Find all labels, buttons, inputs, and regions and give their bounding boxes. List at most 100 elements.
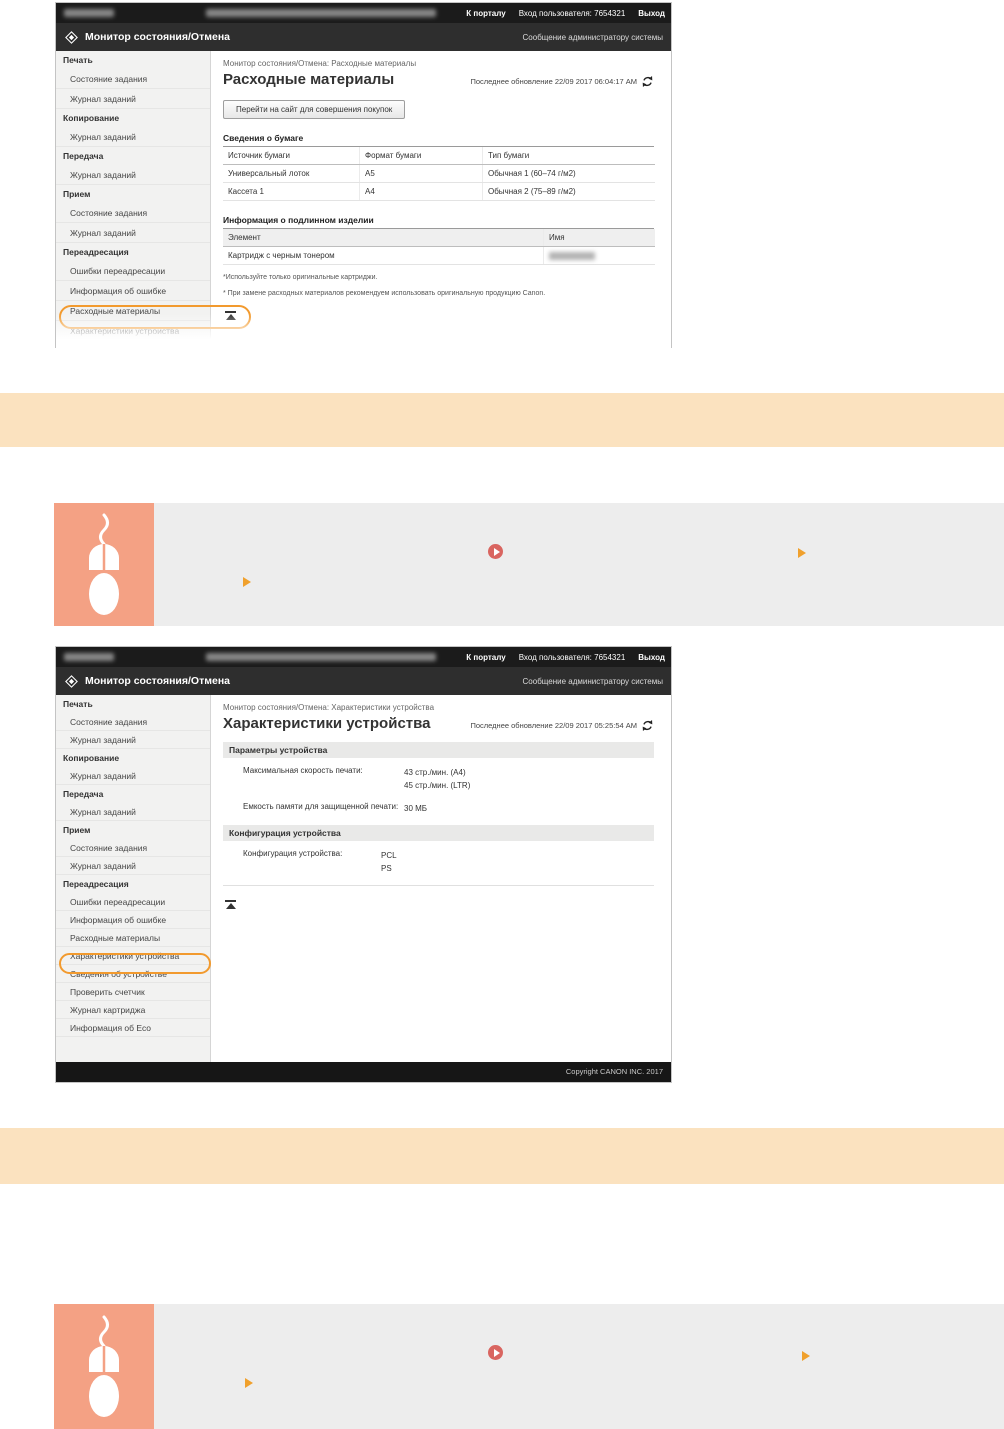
sidebar-item-copy-job-log[interactable]: Журнал заданий: [56, 127, 210, 147]
genuine-col-name: Имя: [543, 229, 655, 246]
procedure-step-block: [54, 503, 1004, 626]
sidebar-item-copy-job-log[interactable]: Журнал заданий: [56, 767, 210, 785]
spec-label: Емкость памяти для защищенной печати:: [243, 802, 399, 811]
sidebar-item-cartridge-log[interactable]: Журнал картриджа: [56, 1001, 210, 1019]
to-portal-link[interactable]: К порталу: [466, 653, 505, 662]
login-user-label: Вход пользователя: 7654321: [518, 8, 626, 18]
sidebar-section-forward: Переадресация: [63, 879, 129, 889]
link-icon[interactable]: [488, 1345, 503, 1360]
breadcrumb: Монитор состояния/Отмена: Характеристики…: [223, 703, 435, 712]
sidebar-section-rx: Прием: [63, 825, 91, 835]
section-heading-band: [0, 393, 1004, 447]
manual-page: К порталу Вход пользователя: 7654321 Вых…: [0, 0, 1004, 1429]
browser-top-strip: К порталу Вход пользователя: 7654321 Вых…: [56, 647, 671, 667]
user-id: 7654321: [594, 8, 626, 18]
sidebar-item-rx-job-status[interactable]: Состояние задания: [56, 839, 210, 857]
sidebar-item-forward-errors[interactable]: Ошибки переадресации: [56, 261, 210, 281]
redacted-cartridge-name: [549, 252, 595, 260]
sidebar-item-job-log[interactable]: Журнал заданий: [56, 731, 210, 749]
sidebar-item-consumables[interactable]: Расходные материалы: [56, 929, 210, 947]
mouse-procedure-badge: [54, 503, 154, 626]
remote-ui-logo-icon: [65, 30, 78, 44]
sidebar-item-rx-job-log[interactable]: Журнал заданий: [56, 857, 210, 875]
admin-message-link[interactable]: Сообщение администратору системы: [523, 667, 663, 695]
refresh-icon[interactable]: [641, 75, 654, 88]
sidebar-section-print: Печать: [63, 699, 93, 709]
sidebar-menu: Печать Состояние задания Журнал заданий …: [56, 695, 211, 1062]
fade-overlay: [56, 314, 671, 348]
redacted-series-name: [206, 653, 436, 661]
app-title: Монитор состояния/Отмена: [85, 31, 231, 43]
logout-link[interactable]: Выход: [638, 653, 665, 662]
spec-row-speed: Максимальная скорость печати: 43 стр./ми…: [223, 766, 671, 792]
page-title: Характеристики устройства: [223, 715, 431, 732]
sidebar-item-rx-job-log[interactable]: Журнал заданий: [56, 223, 210, 243]
mouse-procedure-badge: [54, 1304, 154, 1429]
paper-section-title: Сведения о бумаге: [223, 133, 654, 147]
device-params-header: Параметры устройства: [223, 742, 654, 758]
logout-link[interactable]: Выход: [638, 9, 665, 18]
remote-ui-screenshot-device-features: К порталу Вход пользователя: 7654321 Вых…: [55, 646, 672, 1083]
link-icon[interactable]: [488, 544, 503, 559]
spec-row-memory: Емкость памяти для защищенной печати: 30…: [223, 802, 671, 815]
footnote: * При замене расходных материалов рекоме…: [223, 290, 546, 297]
paper-col-source: Источник бумаги: [228, 151, 291, 160]
sidebar-item-job-status[interactable]: Состояние задания: [56, 713, 210, 731]
sidebar-section-print: Печать: [63, 55, 93, 65]
remote-ui-logo-icon: [65, 674, 78, 688]
app-title-bar: Монитор состояния/Отмена Сообщение админ…: [56, 23, 671, 51]
spec-value: 43 стр./мин. (A4): [404, 768, 466, 777]
sidebar-item-eco-info[interactable]: Информация об Eco: [56, 1019, 210, 1037]
mouse-icon: [89, 1315, 119, 1417]
sidebar-item-check-counter[interactable]: Проверить счетчик: [56, 983, 210, 1001]
login-user-label: Вход пользователя: 7654321: [518, 652, 626, 662]
sidebar-section-rx: Прием: [63, 189, 91, 199]
sidebar-item-tx-job-log[interactable]: Журнал заданий: [56, 803, 210, 821]
step-arrow-icon: [245, 1378, 253, 1388]
sidebar-item-forward-errors[interactable]: Ошибки переадресации: [56, 893, 210, 911]
admin-message-link[interactable]: Сообщение администратору системы: [523, 23, 663, 51]
genuine-section-title: Информация о подлинном изделии: [223, 215, 654, 229]
sidebar-item-rx-job-status[interactable]: Состояние задания: [56, 203, 210, 223]
table-row: Универсальный лоток A5 Обычная 1 (60–74 …: [223, 165, 655, 183]
browser-top-strip: К порталу Вход пользователя: 7654321 Вых…: [56, 3, 671, 23]
breadcrumb: Монитор состояния/Отмена: Расходные мате…: [223, 59, 417, 68]
app-title: Монитор состояния/Отмена: [85, 675, 231, 687]
last-update-text: Последнее обновление 22/09 2017 06:04:17…: [470, 77, 637, 86]
shop-site-button[interactable]: Перейти на сайт для совершения покупок: [223, 100, 406, 119]
sidebar-menu: Печать Состояние задания Журнал заданий …: [56, 51, 211, 348]
spec-value: 30 МБ: [404, 804, 428, 813]
sidebar-item-device-info[interactable]: Сведения об устройстве: [56, 965, 210, 983]
procedure-step-body: [154, 503, 1004, 626]
copyright-footer: Copyright CANON INC. 2017: [56, 1062, 671, 1082]
table-row: Кассета 1 A4 Обычная 2 (75–89 г/м2): [223, 183, 655, 201]
to-portal-link[interactable]: К порталу: [466, 9, 505, 18]
device-config-header: Конфигурация устройства: [223, 825, 654, 841]
sidebar-item-error-info[interactable]: Информация об ошибке: [56, 281, 210, 301]
genuine-col-item: Элемент: [228, 233, 261, 242]
procedure-step-body: [154, 1304, 1004, 1429]
redacted-series-name: [206, 9, 436, 17]
paper-col-type: Тип бумаги: [482, 147, 655, 164]
mouse-icon: [89, 513, 119, 615]
sidebar-item-error-info[interactable]: Информация об ошибке: [56, 911, 210, 929]
refresh-icon[interactable]: [641, 719, 654, 732]
spec-value: PS: [381, 864, 392, 873]
genuine-table: Элемент Имя Картридж с черным тонером: [223, 229, 655, 265]
page-content: Монитор состояния/Отмена: Характеристики…: [212, 695, 671, 1082]
page-title: Расходные материалы: [223, 71, 395, 88]
step-arrow-icon: [798, 548, 806, 558]
sidebar-item-job-log[interactable]: Журнал заданий: [56, 89, 210, 109]
sidebar-item-job-status[interactable]: Состояние задания: [56, 69, 210, 89]
remote-ui-screenshot-consumables: К порталу Вход пользователя: 7654321 Вых…: [55, 2, 672, 348]
spec-value: PCL: [381, 851, 397, 860]
back-to-top-icon[interactable]: [225, 900, 236, 909]
footnote: *Используйте только оригинальные картрид…: [223, 274, 378, 281]
page-content: Монитор состояния/Отмена: Расходные мате…: [212, 51, 671, 348]
sidebar-item-device-features[interactable]: Характеристики устройства: [56, 947, 210, 965]
sidebar-section-copy: Копирование: [63, 113, 120, 123]
spec-row-config: Конфигурация устройства: PCL PS: [223, 849, 671, 875]
step-arrow-icon: [243, 577, 251, 587]
sidebar-item-tx-job-log[interactable]: Журнал заданий: [56, 165, 210, 185]
procedure-step-block: [54, 1304, 1004, 1429]
